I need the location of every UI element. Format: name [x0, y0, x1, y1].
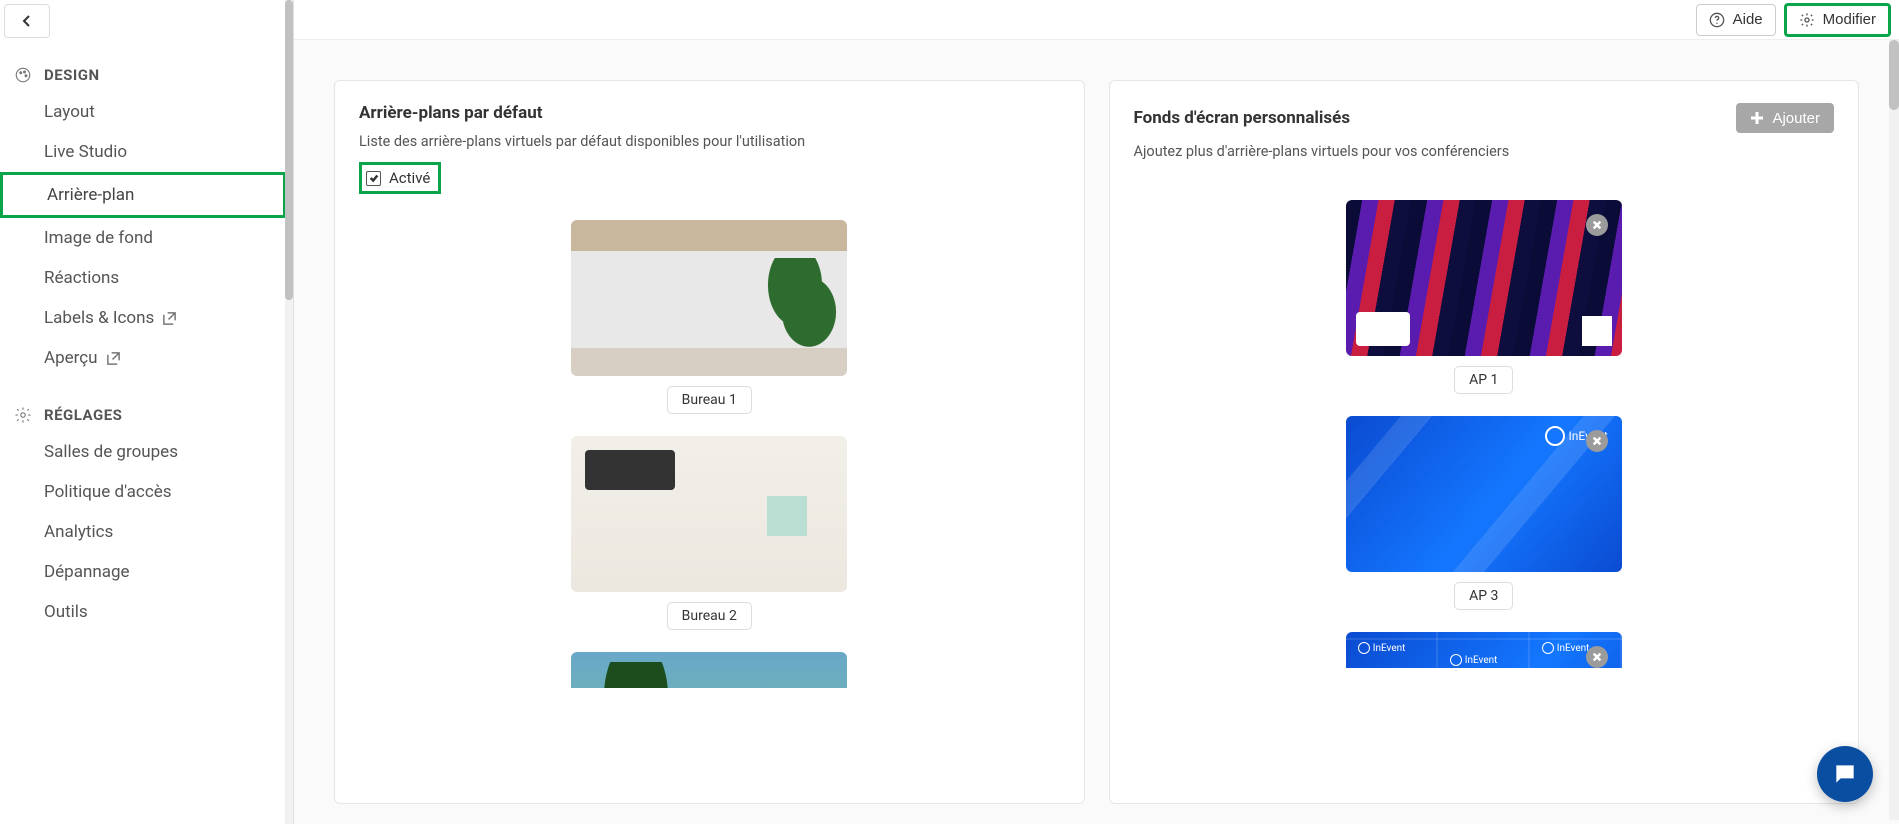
checkbox-label: Activé	[389, 169, 430, 187]
default-thumbnails: Bureau 1 Bureau 2	[359, 220, 1060, 688]
default-bg-item[interactable]: Bureau 1	[571, 220, 847, 414]
sidebar-scroll[interactable]: DESIGN Layout Live Studio Arrière-plan I…	[0, 0, 286, 824]
sidebar-item-politique-acces[interactable]: Politique d'accès	[0, 472, 286, 512]
remove-button[interactable]	[1586, 646, 1608, 668]
sidebar-item-label: Dépannage	[44, 562, 130, 582]
section-header-reglages: RÉGLAGES	[0, 378, 286, 432]
external-link-icon	[106, 351, 121, 366]
content-scrollbar-thumb[interactable]	[1889, 40, 1899, 110]
sidebar-item-label: Live Studio	[44, 142, 127, 162]
thumbnail-label: AP 3	[1454, 582, 1513, 610]
thumbnail-image: InEvent	[1346, 416, 1622, 572]
sidebar-item-outils[interactable]: Outils	[0, 592, 286, 632]
back-button[interactable]	[4, 4, 50, 38]
default-backgrounds-panel: Arrière-plans par défaut Liste des arriè…	[334, 80, 1085, 804]
thumbnail-image	[571, 436, 847, 592]
app-root: DESIGN Layout Live Studio Arrière-plan I…	[0, 0, 1899, 824]
content-scrollbar-track[interactable]	[1889, 40, 1899, 820]
inevent-mini-logo: InEvent	[1358, 642, 1406, 654]
inevent-mini-logo: InEvent	[1542, 642, 1590, 654]
sidebar-item-label: Aperçu	[44, 348, 98, 368]
sidebar-item-analytics[interactable]: Analytics	[0, 512, 286, 552]
checkbox-icon	[366, 171, 381, 186]
button-label: Ajouter	[1772, 110, 1820, 127]
main: Aide Modifier Arrière-plans par défaut L…	[294, 0, 1899, 824]
sidebar-item-label: Arrière-plan	[47, 185, 134, 205]
thumbnail-image	[571, 652, 847, 688]
sidebar: DESIGN Layout Live Studio Arrière-plan I…	[0, 0, 294, 824]
sidebar-item-label: Analytics	[44, 522, 113, 542]
sidebar-item-apercu[interactable]: Aperçu	[0, 338, 286, 378]
help-button[interactable]: Aide	[1696, 4, 1776, 36]
sidebar-item-label: Réactions	[44, 268, 119, 288]
default-bg-item[interactable]	[571, 652, 847, 688]
close-icon	[1592, 652, 1602, 662]
panel-header: Arrière-plans par défaut	[359, 103, 1060, 123]
close-icon	[1592, 436, 1602, 446]
sidebar-item-label: Image de fond	[44, 228, 153, 248]
custom-bg-item[interactable]: InEvent InEvent InEvent InEvent InEvent …	[1346, 632, 1622, 668]
palette-icon	[14, 66, 32, 84]
topbar: Aide Modifier	[294, 0, 1899, 40]
external-link-icon	[162, 311, 177, 326]
gear-icon	[1799, 12, 1815, 28]
thumbnail-image	[571, 220, 847, 376]
panel-header: Fonds d'écran personnalisés Ajouter	[1134, 103, 1835, 133]
chat-fab[interactable]	[1817, 746, 1873, 802]
sidebar-item-label: Layout	[44, 102, 95, 122]
section-header-design: DESIGN	[0, 38, 286, 92]
panel-title: Fonds d'écran personnalisés	[1134, 108, 1351, 128]
panel-title: Arrière-plans par défaut	[359, 103, 542, 123]
add-button[interactable]: Ajouter	[1736, 103, 1834, 133]
plus-icon	[1750, 111, 1764, 125]
remove-button[interactable]	[1586, 430, 1608, 452]
thumbnail-image: InEvent InEvent InEvent InEvent InEvent …	[1346, 632, 1622, 668]
sidebar-scrollbar-track[interactable]	[285, 0, 293, 824]
close-icon	[1592, 220, 1602, 230]
section-title: DESIGN	[44, 66, 100, 84]
sidebar-item-depannage[interactable]: Dépannage	[0, 552, 286, 592]
panel-description: Ajoutez plus d'arrière-plans virtuels po…	[1134, 143, 1835, 160]
help-icon	[1709, 12, 1725, 28]
sidebar-item-reactions[interactable]: Réactions	[0, 258, 286, 298]
sidebar-item-label: Labels & Icons	[44, 308, 154, 328]
chat-icon	[1832, 761, 1858, 787]
sidebar-item-labels-icons[interactable]: Labels & Icons	[0, 298, 286, 338]
sidebar-item-arriere-plan[interactable]: Arrière-plan	[0, 172, 286, 218]
sidebar-item-label: Salles de groupes	[44, 442, 178, 462]
modify-button[interactable]: Modifier	[1784, 3, 1891, 37]
content-area[interactable]: Arrière-plans par défaut Liste des arriè…	[294, 40, 1899, 824]
sidebar-item-label: Outils	[44, 602, 88, 622]
thumbnail-label: Bureau 2	[667, 602, 752, 630]
panel-description: Liste des arrière-plans virtuels par déf…	[359, 133, 1060, 150]
inevent-mini-logo: InEvent	[1450, 654, 1498, 666]
thumbnail-label: Bureau 1	[667, 386, 752, 414]
custom-bg-item[interactable]: InEvent AP 3	[1346, 416, 1622, 610]
thumbnail-image	[1346, 200, 1622, 356]
sidebar-item-image-de-fond[interactable]: Image de fond	[0, 218, 286, 258]
remove-button[interactable]	[1586, 214, 1608, 236]
section-title: RÉGLAGES	[44, 406, 122, 424]
sidebar-item-label: Politique d'accès	[44, 482, 172, 502]
button-label: Modifier	[1823, 11, 1876, 28]
sidebar-scrollbar-thumb[interactable]	[285, 0, 293, 300]
custom-backgrounds-panel: Fonds d'écran personnalisés Ajouter Ajou…	[1109, 80, 1860, 804]
custom-bg-item[interactable]: AP 1	[1346, 200, 1622, 394]
sidebar-item-salles-de-groupes[interactable]: Salles de groupes	[0, 432, 286, 472]
gear-icon	[14, 406, 32, 424]
sidebar-item-live-studio[interactable]: Live Studio	[0, 132, 286, 172]
thumbnail-label: AP 1	[1454, 366, 1513, 394]
custom-thumbnails: AP 1 InEvent AP 3 InEvent	[1134, 200, 1835, 668]
sidebar-item-layout[interactable]: Layout	[0, 92, 286, 132]
button-label: Aide	[1733, 11, 1763, 28]
default-bg-item[interactable]: Bureau 2	[571, 436, 847, 630]
enabled-checkbox[interactable]: Activé	[359, 162, 441, 194]
chevron-left-icon	[21, 14, 33, 28]
